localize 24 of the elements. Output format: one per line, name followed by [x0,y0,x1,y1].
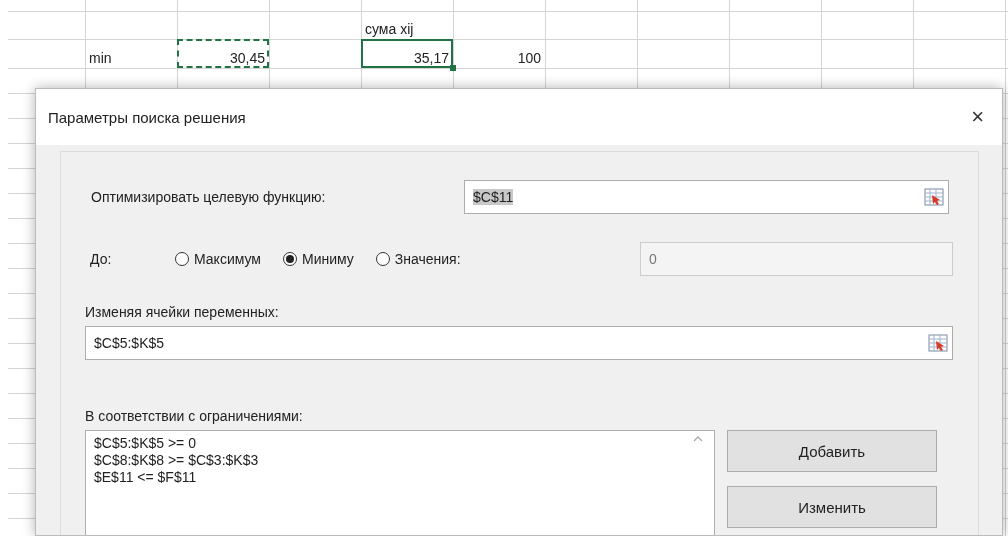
close-button[interactable]: × [967,104,988,130]
cell[interactable]: 35,17 [361,39,453,68]
variables-field[interactable]: $C$5:$K$5 [85,326,953,360]
objective-label: Оптимизировать целевую функцию: [91,189,327,205]
cell[interactable]: 30,45 [177,39,269,68]
range-picker-icon[interactable] [924,188,944,206]
radio-option[interactable]: Максимум [175,251,261,267]
cell[interactable]: min [85,39,177,68]
cell[interactable]: 100 [453,39,545,68]
constraint-item[interactable]: $C$8:$K$8 >= $C$3:$K$3 [94,452,706,469]
dialog-button[interactable]: Добавить [727,430,937,472]
constraints-label: В соответствии с ограничениями: [85,408,304,424]
constraints-list[interactable]: $C$5:$K$5 >= 0 $C$8:$K$8 >= $C$3:$K$3 $E$11 <= $F$11 [85,430,715,535]
radio-option[interactable]: Миниму [282,251,354,267]
constraint-item[interactable]: $E$11 <= $F$11 [94,469,706,486]
range-picker-icon[interactable] [928,334,948,352]
constraint-item[interactable]: $C$5:$K$5 >= 0 [94,435,706,452]
dialog-title: Параметры поиска решения [48,108,246,126]
objective-field[interactable]: $C$11 [464,180,949,214]
dialog-button[interactable]: Изменить [727,486,937,528]
radio-option[interactable]: Значения: [375,251,461,267]
variables-label: Изменяя ячейки переменных: [85,304,280,320]
to-label: До: [90,251,113,267]
cell[interactable]: сума xij [361,11,453,39]
